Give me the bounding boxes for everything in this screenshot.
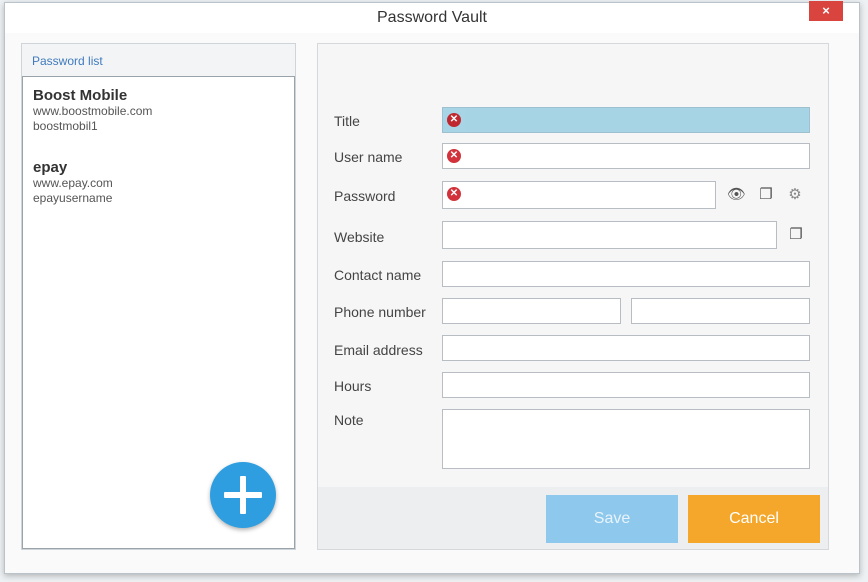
- email-input[interactable]: [442, 335, 810, 361]
- action-bar: Save Cancel: [318, 487, 828, 549]
- password-list-panel: Password list Boost Mobile www.boostmobi…: [21, 43, 296, 550]
- error-icon: ✕: [447, 187, 461, 201]
- cancel-button[interactable]: Cancel: [688, 495, 820, 543]
- phone-number-label: Phone number: [334, 304, 426, 320]
- phone-number-input-1[interactable]: [442, 298, 621, 324]
- title-bar: Password Vault ×: [5, 1, 859, 33]
- generate-password-gear-icon[interactable]: ⚙: [786, 185, 804, 205]
- save-button[interactable]: Save: [546, 495, 678, 543]
- close-button[interactable]: ×: [809, 1, 843, 21]
- username-input[interactable]: ✕: [442, 143, 810, 169]
- copy-password-icon[interactable]: ❐: [757, 185, 775, 205]
- window-title: Password Vault: [377, 9, 487, 26]
- contact-name-label: Contact name: [334, 267, 422, 283]
- note-textarea[interactable]: [442, 409, 810, 469]
- list-item[interactable]: Boost Mobile www.boostmobile.com boostmo…: [33, 87, 152, 134]
- error-icon: ✕: [447, 113, 461, 127]
- note-label: Note: [334, 412, 364, 428]
- hours-input[interactable]: [442, 372, 810, 398]
- list-item[interactable]: epay www.epay.com epayusername: [33, 159, 113, 206]
- entry-url: www.epay.com: [33, 176, 113, 190]
- entry-title: Boost Mobile: [33, 87, 128, 104]
- entry-username: epayusername: [33, 191, 113, 205]
- email-label: Email address: [334, 342, 423, 358]
- title-selection: [465, 109, 808, 131]
- hours-label: Hours: [334, 378, 372, 394]
- password-list-title: Password list: [32, 54, 103, 68]
- error-icon: ✕: [447, 149, 461, 163]
- entry-url: www.boostmobile.com: [33, 104, 153, 118]
- website-label: Website: [334, 229, 385, 245]
- password-list[interactable]: Boost Mobile www.boostmobile.com boostmo…: [22, 76, 295, 549]
- password-vault-window: Password Vault × Password list Boost Mob…: [4, 1, 860, 574]
- entry-title: epay: [33, 159, 68, 176]
- show-password-eye-icon[interactable]: 👁: [727, 185, 746, 205]
- password-input[interactable]: ✕: [442, 181, 716, 209]
- username-label: User name: [334, 149, 403, 165]
- title-input[interactable]: ✕: [442, 107, 810, 133]
- password-label: Password: [334, 188, 396, 204]
- entry-form-panel: Title ✕ User name ✕ Password ✕ 👁 ❐ ⚙ Web…: [317, 43, 829, 550]
- phone-number-input-2[interactable]: [631, 298, 810, 324]
- add-entry-button[interactable]: [210, 462, 276, 528]
- copy-website-icon[interactable]: ❐: [787, 225, 805, 245]
- plus-icon-vertical: [240, 476, 246, 514]
- contact-name-input[interactable]: [442, 261, 810, 287]
- entry-username: boostmobil1: [33, 119, 98, 133]
- password-list-header: Password list: [22, 44, 295, 76]
- title-label: Title: [334, 113, 360, 129]
- website-input[interactable]: [442, 221, 777, 249]
